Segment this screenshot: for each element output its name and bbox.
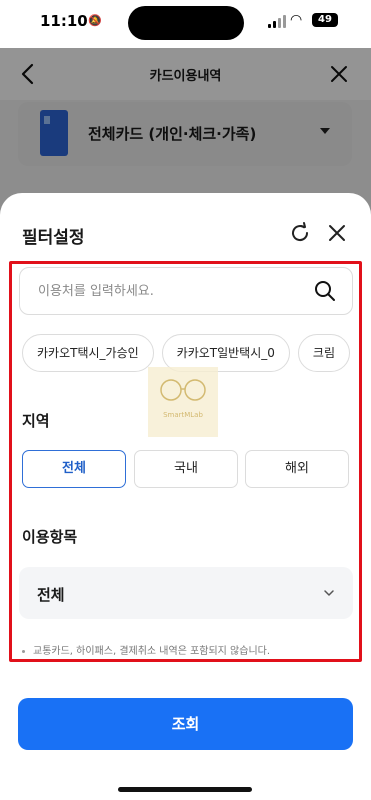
signal-icon [268, 14, 288, 28]
glasses-icon [160, 379, 206, 401]
region-title: 지역 [22, 412, 50, 430]
bell-mute-icon: 🔕 [88, 14, 102, 27]
category-value: 전체 [37, 586, 65, 604]
notice-text: 교통카드, 하이패스, 결제취소 내역은 포함되지 않습니다. [22, 642, 270, 657]
search-box [19, 267, 353, 315]
watermark: SmartMLab [148, 367, 218, 437]
category-select[interactable]: 전체 [19, 567, 353, 619]
notice-label: 교통카드, 하이패스, 결제취소 내역은 포함되지 않습니다. [33, 646, 271, 657]
dynamic-island [128, 6, 244, 40]
close-icon[interactable] [326, 222, 348, 244]
search-input[interactable] [38, 268, 298, 314]
battery-icon: 49 [312, 13, 338, 27]
chevron-down-icon [324, 590, 334, 596]
wifi-icon: ◠ [290, 12, 303, 28]
chip[interactable]: 카카오T택시_가승인 [22, 334, 154, 372]
region-option-all[interactable]: 전체 [22, 450, 126, 488]
region-option-domestic[interactable]: 국내 [134, 450, 238, 488]
filter-sheet: 필터설정 카카오T택시_가승인카카오T일반택시_0크림 SmartMLab 지역… [0, 193, 371, 800]
bullet-dot [22, 649, 25, 653]
region-option-overseas[interactable]: 해외 [245, 450, 349, 488]
sheet-title: 필터설정 [22, 228, 85, 248]
status-time: 11:10 [40, 12, 88, 30]
category-title: 이용항목 [22, 528, 78, 546]
chip[interactable]: 크림 [297, 334, 350, 372]
refresh-icon[interactable] [288, 221, 312, 245]
status-bar: 11:10 🔕 ◠ 49 [0, 0, 371, 48]
watermark-text: SmartMLab [163, 411, 203, 419]
search-icon[interactable] [314, 280, 336, 302]
home-indicator [118, 787, 252, 792]
search-submit-button[interactable]: 조회 [18, 698, 353, 750]
